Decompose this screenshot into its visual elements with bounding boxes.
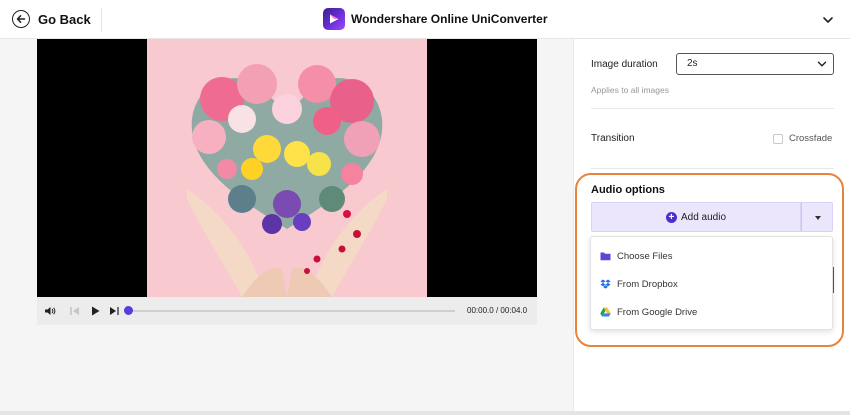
time-separator: / bbox=[495, 306, 499, 315]
bottom-border bbox=[0, 411, 850, 415]
add-audio-label: Add audio bbox=[680, 211, 727, 223]
preview-area: 00:00.0 / 00:04.0 bbox=[0, 39, 573, 415]
menu-item-dropbox[interactable]: From Dropbox bbox=[591, 271, 834, 297]
top-bar: Go Back Wondershare Online UniConverter bbox=[0, 0, 850, 39]
go-back-button[interactable]: Go Back bbox=[12, 8, 91, 30]
video-player: 00:00.0 / 00:04.0 bbox=[37, 39, 537, 325]
chevron-down-icon bbox=[817, 59, 827, 72]
image-duration-select[interactable]: 2s bbox=[676, 53, 834, 75]
previous-frame-icon[interactable] bbox=[69, 304, 81, 322]
next-frame-icon[interactable] bbox=[108, 304, 120, 322]
dropbox-icon bbox=[599, 278, 611, 290]
timeline-handle[interactable] bbox=[124, 306, 133, 315]
image-duration-label: Image duration bbox=[591, 59, 658, 70]
image-duration-hint: Applies to all images bbox=[591, 85, 669, 95]
menu-item-choose-files[interactable]: Choose Files bbox=[591, 243, 834, 269]
player-controls: 00:00.0 / 00:04.0 bbox=[37, 297, 537, 325]
crossfade-checkbox[interactable] bbox=[773, 134, 783, 144]
app-brand: Wondershare Online UniConverter bbox=[323, 8, 547, 30]
menu-item-label: Choose Files bbox=[617, 250, 673, 262]
play-icon[interactable] bbox=[89, 304, 101, 322]
video-frame bbox=[37, 39, 537, 297]
add-audio-menu: Choose Files From Dropbox From Google Dr… bbox=[590, 236, 833, 330]
menu-item-label: From Google Drive bbox=[617, 306, 698, 318]
add-audio-button[interactable]: + Add audio bbox=[591, 202, 801, 232]
menu-item-label: From Dropbox bbox=[617, 278, 678, 290]
google-drive-icon bbox=[599, 306, 611, 318]
time-readout: 00:00.0 / 00:04.0 bbox=[467, 306, 527, 315]
image-duration-value: 2s bbox=[687, 58, 698, 69]
transition-label: Transition bbox=[591, 133, 635, 144]
menu-item-google-drive[interactable]: From Google Drive bbox=[591, 299, 834, 325]
arrow-left-icon bbox=[12, 10, 30, 28]
go-back-label: Go Back bbox=[38, 11, 91, 27]
add-audio-dropdown-toggle[interactable] bbox=[801, 202, 833, 232]
app-logo-icon bbox=[323, 8, 345, 30]
chevron-down-icon[interactable] bbox=[822, 13, 834, 31]
timeline-track[interactable] bbox=[125, 310, 455, 312]
app-title: Wondershare Online UniConverter bbox=[351, 12, 548, 26]
divider bbox=[591, 168, 834, 169]
folder-icon bbox=[599, 250, 611, 262]
divider bbox=[101, 8, 102, 32]
caret-down-icon bbox=[815, 216, 821, 220]
plus-icon: + bbox=[665, 211, 677, 223]
audio-options-title: Audio options bbox=[591, 184, 665, 196]
preview-image bbox=[147, 39, 427, 297]
crossfade-label: Crossfade bbox=[789, 133, 833, 144]
time-total: 00:04.0 bbox=[500, 306, 528, 315]
divider bbox=[591, 108, 834, 109]
volume-icon[interactable] bbox=[44, 304, 56, 322]
time-current: 00:00.0 bbox=[467, 306, 494, 315]
